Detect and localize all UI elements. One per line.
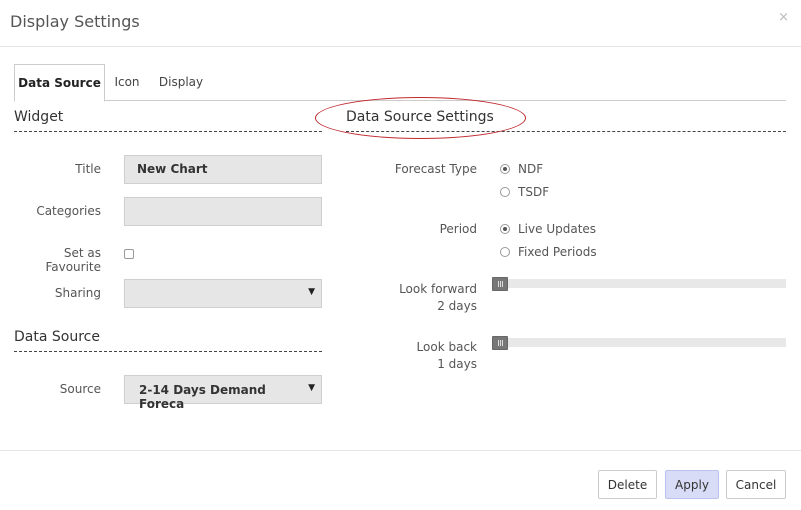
look-forward-slider[interactable] bbox=[493, 279, 786, 288]
delete-button[interactable]: Delete bbox=[598, 470, 657, 499]
favourite-checkbox[interactable] bbox=[124, 249, 134, 259]
title-label: Title bbox=[75, 162, 101, 176]
caret-down-icon: ▼ bbox=[308, 383, 315, 393]
look-back-value: 1 days bbox=[437, 357, 477, 371]
tab-bar: Data Source Icon Display bbox=[14, 64, 786, 102]
forecast-type-label: Forecast Type bbox=[394, 162, 477, 176]
tab-display[interactable]: Display bbox=[157, 64, 205, 101]
look-back-slider-handle[interactable] bbox=[492, 336, 508, 350]
caret-down-icon: ▼ bbox=[308, 287, 315, 297]
radio-checked-icon bbox=[500, 224, 510, 234]
source-value: 2-14 Days Demand Foreca bbox=[139, 383, 266, 411]
sharing-select[interactable]: ▼ bbox=[124, 279, 322, 308]
look-forward-slider-handle[interactable] bbox=[492, 277, 508, 291]
dialog-header: Display Settings × bbox=[0, 0, 801, 47]
radio-checked-icon bbox=[500, 164, 510, 174]
look-back-labels: Look back 1 days bbox=[340, 339, 477, 373]
categories-input[interactable] bbox=[124, 197, 322, 226]
tab-data-source[interactable]: Data Source bbox=[14, 64, 105, 102]
close-icon[interactable]: × bbox=[778, 10, 789, 25]
title-input[interactable]: New Chart bbox=[124, 155, 322, 184]
look-forward-value: 2 days bbox=[437, 299, 477, 313]
display-settings-dialog: Display Settings × Data Source Icon Disp… bbox=[0, 0, 801, 510]
cancel-button[interactable]: Cancel bbox=[726, 470, 786, 499]
look-forward-label: Look forward bbox=[399, 282, 477, 296]
favourite-label: Set as Favourite bbox=[45, 246, 101, 274]
widget-heading: Widget bbox=[14, 109, 322, 132]
source-select[interactable]: 2-14 Days Demand Foreca ▼ bbox=[124, 375, 322, 411]
highlight-annotation bbox=[315, 97, 526, 139]
period-label: Period bbox=[439, 222, 477, 236]
categories-label: Categories bbox=[36, 204, 101, 218]
look-back-slider[interactable] bbox=[493, 338, 786, 347]
radio-unchecked-icon bbox=[500, 187, 510, 197]
tab-icon[interactable]: Icon bbox=[110, 64, 144, 101]
sharing-label: Sharing bbox=[54, 286, 101, 300]
dialog-footer: Delete Apply Cancel bbox=[0, 450, 801, 510]
source-label: Source bbox=[59, 382, 101, 396]
data-source-heading: Data Source bbox=[14, 329, 322, 352]
apply-button[interactable]: Apply bbox=[665, 470, 719, 499]
dialog-title: Display Settings bbox=[10, 12, 140, 31]
look-forward-labels: Look forward 2 days bbox=[340, 281, 477, 315]
radio-unchecked-icon bbox=[500, 247, 510, 257]
look-back-label: Look back bbox=[416, 340, 477, 354]
